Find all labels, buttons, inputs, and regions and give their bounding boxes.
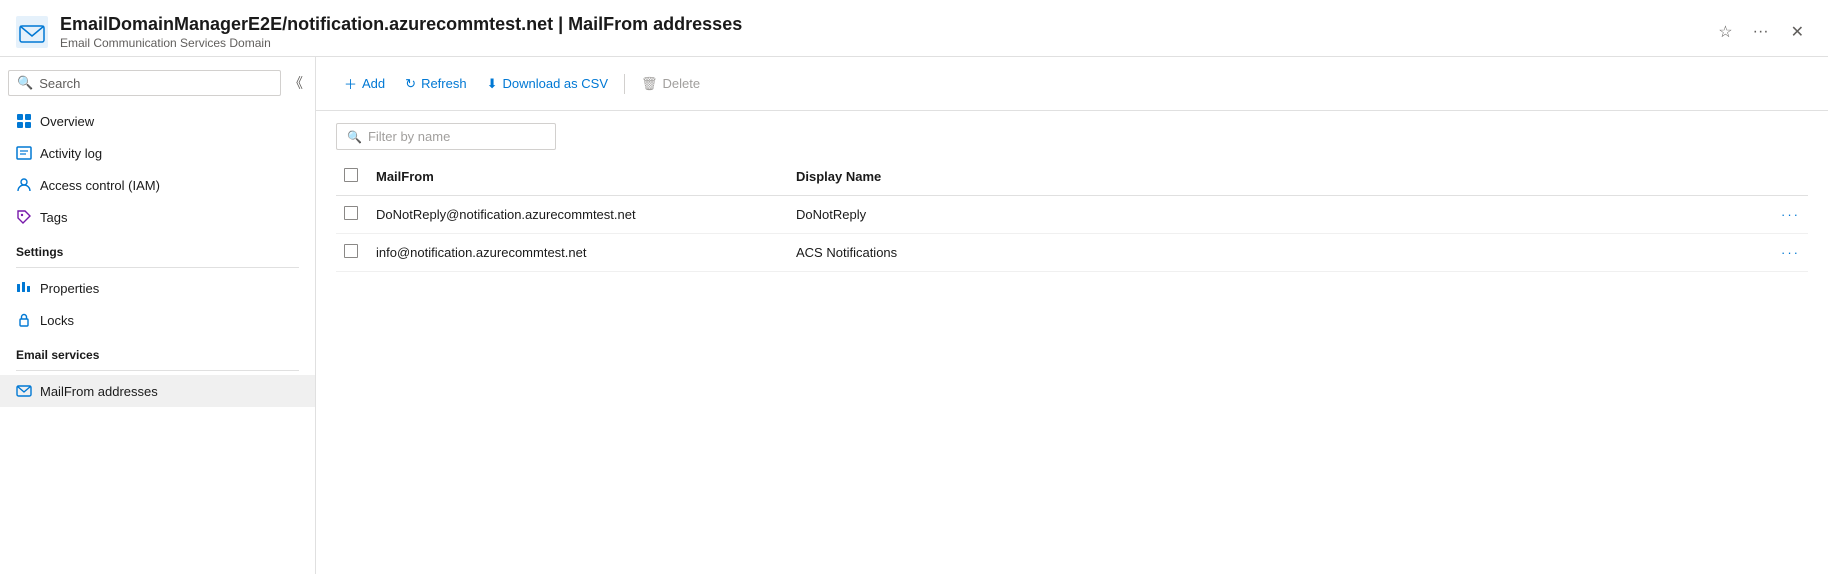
- delete-button[interactable]: 🗑 Delete: [633, 71, 708, 97]
- sidebar-item-tags-label: Tags: [40, 210, 67, 225]
- sidebar-search-row: 🔍 Search 《: [0, 65, 315, 105]
- sidebar-item-properties[interactable]: Properties: [0, 272, 315, 304]
- table-row: info@notification.azurecommtest.net ACS …: [336, 234, 1808, 272]
- iam-icon: [16, 177, 32, 193]
- locks-icon: [16, 312, 32, 328]
- settings-divider: [16, 267, 299, 268]
- sidebar-item-tags[interactable]: Tags: [0, 201, 315, 233]
- select-all-checkbox[interactable]: [344, 168, 358, 182]
- mailfrom-column-header: MailFrom: [368, 158, 788, 196]
- sidebar-item-locks-label: Locks: [40, 313, 74, 328]
- row2-actions-button[interactable]: ···: [1088, 234, 1808, 272]
- table-row: DoNotReply@notification.azurecommtest.ne…: [336, 196, 1808, 234]
- sidebar-item-overview-label: Overview: [40, 114, 94, 129]
- download-icon: ⬇: [487, 76, 498, 92]
- sidebar-item-properties-label: Properties: [40, 281, 99, 296]
- sidebar-item-activity-log-label: Activity log: [40, 146, 102, 161]
- add-button[interactable]: ＋ Add: [336, 69, 393, 98]
- filter-search-icon: 🔍: [347, 130, 362, 144]
- page-title: EmailDomainManagerE2E/notification.azure…: [60, 14, 1712, 35]
- close-button[interactable]: ✕: [1783, 18, 1812, 46]
- header-title-block: EmailDomainManagerE2E/notification.azure…: [60, 14, 1712, 50]
- sidebar-item-mailfrom-addresses[interactable]: MailFrom addresses: [0, 375, 315, 407]
- body-layout: 🔍 Search 《 Overview Activity log Access …: [0, 57, 1828, 574]
- resource-icon: [16, 16, 48, 48]
- add-label: Add: [362, 76, 385, 91]
- row2-mailfrom[interactable]: info@notification.azurecommtest.net: [368, 234, 788, 272]
- sidebar-item-mailfrom-label: MailFrom addresses: [40, 384, 158, 399]
- sidebar-item-access-control[interactable]: Access control (IAM): [0, 169, 315, 201]
- page-subtitle: Email Communication Services Domain: [60, 36, 1712, 50]
- main-content: ＋ Add ↻ Refresh ⬇ Download as CSV 🗑 Dele…: [316, 57, 1828, 574]
- delete-label: Delete: [663, 76, 701, 91]
- add-icon: ＋: [344, 74, 357, 93]
- sidebar-item-locks[interactable]: Locks: [0, 304, 315, 336]
- row1-display-name: DoNotReply: [788, 196, 1088, 234]
- header-actions: ☆ ··· ✕: [1712, 18, 1812, 46]
- email-services-divider: [16, 370, 299, 371]
- settings-section-label: Settings: [0, 233, 315, 263]
- header-checkbox-cell: [336, 158, 368, 196]
- search-icon: 🔍: [17, 75, 33, 91]
- refresh-icon: ↻: [405, 76, 416, 92]
- refresh-label: Refresh: [421, 76, 467, 91]
- toolbar-separator: [624, 74, 625, 94]
- header: EmailDomainManagerE2E/notification.azure…: [0, 0, 1828, 57]
- download-label: Download as CSV: [503, 76, 609, 91]
- actions-column-header: [1088, 158, 1808, 196]
- email-services-section-label: Email services: [0, 336, 315, 366]
- filter-bar: 🔍 Filter by name: [316, 111, 1828, 158]
- row2-checkbox-cell: [336, 234, 368, 272]
- search-input[interactable]: 🔍 Search: [8, 70, 281, 96]
- more-options-button[interactable]: ···: [1747, 19, 1775, 45]
- collapse-sidebar-button[interactable]: 《: [285, 69, 307, 97]
- row2-display-name: ACS Notifications: [788, 234, 1088, 272]
- activity-log-icon: [16, 145, 32, 161]
- sidebar-item-activity-log[interactable]: Activity log: [0, 137, 315, 169]
- row2-checkbox[interactable]: [344, 244, 358, 258]
- favorite-button[interactable]: ☆: [1712, 18, 1738, 46]
- display-name-column-header: Display Name: [788, 158, 1088, 196]
- refresh-button[interactable]: ↻ Refresh: [397, 71, 474, 97]
- download-csv-button[interactable]: ⬇ Download as CSV: [479, 71, 616, 97]
- search-placeholder: Search: [39, 76, 80, 91]
- filter-input[interactable]: 🔍 Filter by name: [336, 123, 556, 150]
- mailfrom-icon: [16, 383, 32, 399]
- mailfrom-table: MailFrom Display Name DoNotReply@notific…: [336, 158, 1808, 272]
- sidebar: 🔍 Search 《 Overview Activity log Access …: [0, 57, 316, 574]
- tags-icon: [16, 209, 32, 225]
- table-body: DoNotReply@notification.azurecommtest.ne…: [336, 196, 1808, 272]
- table-header-row: MailFrom Display Name: [336, 158, 1808, 196]
- row1-checkbox-cell: [336, 196, 368, 234]
- row1-mailfrom[interactable]: DoNotReply@notification.azurecommtest.ne…: [368, 196, 788, 234]
- row1-checkbox[interactable]: [344, 206, 358, 220]
- delete-icon: 🗑: [641, 76, 658, 92]
- sidebar-item-access-control-label: Access control (IAM): [40, 178, 160, 193]
- table-area: MailFrom Display Name DoNotReply@notific…: [316, 158, 1828, 574]
- sidebar-item-overview[interactable]: Overview: [0, 105, 315, 137]
- overview-icon: [16, 113, 32, 129]
- filter-placeholder: Filter by name: [368, 129, 450, 144]
- table-header: MailFrom Display Name: [336, 158, 1808, 196]
- toolbar: ＋ Add ↻ Refresh ⬇ Download as CSV 🗑 Dele…: [316, 57, 1828, 111]
- row1-actions-button[interactable]: ···: [1088, 196, 1808, 234]
- properties-icon: [16, 280, 32, 296]
